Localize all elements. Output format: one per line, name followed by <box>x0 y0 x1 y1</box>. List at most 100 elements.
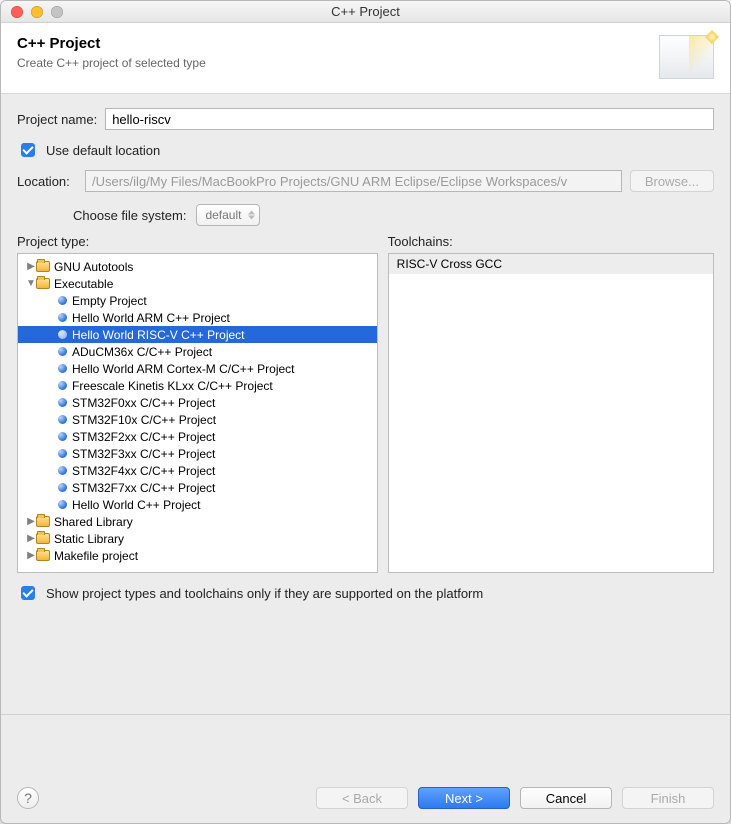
tree-leaf[interactable]: Hello World RISC-V C++ Project <box>18 326 377 343</box>
tree-leaf[interactable]: STM32F10x C/C++ Project <box>18 411 377 428</box>
project-type-label: Project type: <box>17 234 378 249</box>
tree-item-label: STM32F2xx C/C++ Project <box>72 430 215 444</box>
project-template-icon <box>58 313 67 322</box>
browse-button: Browse... <box>630 170 714 192</box>
toolchains-label: Toolchains: <box>388 234 714 249</box>
project-template-icon <box>58 449 67 458</box>
tree-folder[interactable]: ▶Static Library <box>18 530 377 547</box>
choose-file-system-value: default <box>205 208 241 222</box>
tree-item-label: Makefile project <box>54 549 138 563</box>
use-default-location-checkbox[interactable] <box>21 143 35 157</box>
footer: ? < Back Next > Cancel Finish <box>1 714 730 823</box>
tree-item-label: Hello World RISC-V C++ Project <box>72 328 245 342</box>
tree-item-label: GNU Autotools <box>54 260 133 274</box>
chevron-right-icon[interactable]: ▶ <box>26 550 36 561</box>
window-controls <box>11 6 63 18</box>
tree-item-label: Shared Library <box>54 515 133 529</box>
tree-item-label: STM32F4xx C/C++ Project <box>72 464 215 478</box>
tree-leaf[interactable]: STM32F4xx C/C++ Project <box>18 462 377 479</box>
tree-item-label: STM32F3xx C/C++ Project <box>72 447 215 461</box>
project-template-icon <box>58 330 67 339</box>
project-template-icon <box>58 432 67 441</box>
project-template-icon <box>58 483 67 492</box>
tree-leaf[interactable]: Empty Project <box>18 292 377 309</box>
tree-folder[interactable]: ▶ Shared Library <box>18 513 377 530</box>
chevron-right-icon[interactable]: ▶ <box>26 261 36 272</box>
location-row: Location: Browse... <box>17 170 714 192</box>
toolchain-item[interactable]: RISC-V Cross GCC <box>389 254 713 274</box>
tree-item-label: ADuCM36x C/C++ Project <box>72 345 212 359</box>
chevron-updown-icon <box>248 211 255 220</box>
project-template-icon <box>58 415 67 424</box>
wizard-header: C++ Project Create C++ project of select… <box>1 23 730 94</box>
titlebar: C++ Project <box>1 1 730 23</box>
choose-file-system-label: Choose file system: <box>73 208 186 223</box>
tree-leaf[interactable]: Hello World ARM C++ Project <box>18 309 377 326</box>
window: C++ Project C++ Project Create C++ proje… <box>0 0 731 824</box>
wizard-body: Project name: Use default location Locat… <box>1 94 730 714</box>
chevron-right-icon[interactable]: ▶ <box>26 533 36 544</box>
project-template-icon <box>58 296 67 305</box>
next-button[interactable]: Next > <box>418 787 510 809</box>
location-input <box>85 170 622 192</box>
tree-item-label: STM32F7xx C/C++ Project <box>72 481 215 495</box>
tree-leaf[interactable]: STM32F3xx C/C++ Project <box>18 445 377 462</box>
tree-folder[interactable]: ▶ GNU Autotools <box>18 258 377 275</box>
button-bar: ? < Back Next > Cancel Finish <box>17 787 714 809</box>
folder-icon <box>36 550 50 561</box>
project-name-input[interactable] <box>105 108 714 130</box>
page-subtitle: Create C++ project of selected type <box>17 56 206 70</box>
toolchains-panel[interactable]: RISC-V Cross GCC <box>388 253 714 573</box>
tree-leaf[interactable]: STM32F7xx C/C++ Project <box>18 479 377 496</box>
close-icon[interactable] <box>11 6 23 18</box>
zoom-icon[interactable] <box>51 6 63 18</box>
tree-leaf[interactable]: STM32F2xx C/C++ Project <box>18 428 377 445</box>
project-template-icon <box>58 364 67 373</box>
finish-button: Finish <box>622 787 714 809</box>
chevron-right-icon[interactable]: ▶ <box>26 516 36 527</box>
tree-item-label: Hello World ARM Cortex-M C/C++ Project <box>72 362 295 376</box>
tree-item-label: Freescale Kinetis KLxx C/C++ Project <box>72 379 273 393</box>
tree-item-label: Hello World ARM C++ Project <box>72 311 230 325</box>
project-name-label: Project name: <box>17 112 97 127</box>
help-button[interactable]: ? <box>17 787 39 809</box>
tree-folder[interactable]: ▼ Executable <box>18 275 377 292</box>
folder-icon <box>36 533 50 544</box>
show-supported-checkbox[interactable] <box>21 586 35 600</box>
cancel-button[interactable]: Cancel <box>520 787 612 809</box>
tree-folder[interactable]: ▶ Makefile project <box>18 547 377 564</box>
window-title: C++ Project <box>1 4 730 19</box>
tree-item-label: Empty Project <box>72 294 147 308</box>
show-supported-label[interactable]: Show project types and toolchains only i… <box>46 586 483 601</box>
supported-row: Show project types and toolchains only i… <box>17 583 714 603</box>
tree-item-label: STM32F0xx C/C++ Project <box>72 396 215 410</box>
tree-item-label: Hello World C++ Project <box>72 498 201 512</box>
project-template-icon <box>58 398 67 407</box>
back-button: < Back <box>316 787 408 809</box>
wizard-icon <box>659 35 714 79</box>
project-template-icon <box>58 466 67 475</box>
location-label: Location: <box>17 174 77 189</box>
project-name-row: Project name: <box>17 108 714 130</box>
tree-leaf[interactable]: Hello World ARM Cortex-M C/C++ Project <box>18 360 377 377</box>
choose-file-system-select: default <box>196 204 260 226</box>
minimize-icon[interactable] <box>31 6 43 18</box>
project-template-icon <box>58 500 67 509</box>
tree-leaf[interactable]: ADuCM36x C/C++ Project <box>18 343 377 360</box>
tree-leaf[interactable]: Hello World C++ Project <box>18 496 377 513</box>
project-template-icon <box>58 347 67 356</box>
folder-icon <box>36 278 50 289</box>
use-default-location-row: Use default location <box>17 140 714 160</box>
tree-item-label: Executable <box>54 277 113 291</box>
tree-item-label: STM32F10x C/C++ Project <box>72 413 216 427</box>
tree-leaf[interactable]: Freescale Kinetis KLxx C/C++ Project <box>18 377 377 394</box>
use-default-location-label[interactable]: Use default location <box>46 143 160 158</box>
project-template-icon <box>58 381 67 390</box>
project-type-panel[interactable]: ▶ GNU Autotools ▼ Executable Empty Project He… <box>17 253 378 573</box>
choose-file-system-row: Choose file system: default <box>73 204 714 226</box>
folder-icon <box>36 516 50 527</box>
folder-icon <box>36 261 50 272</box>
tree-leaf[interactable]: STM32F0xx C/C++ Project <box>18 394 377 411</box>
page-title: C++ Project <box>17 35 206 52</box>
chevron-down-icon[interactable]: ▼ <box>26 278 36 289</box>
